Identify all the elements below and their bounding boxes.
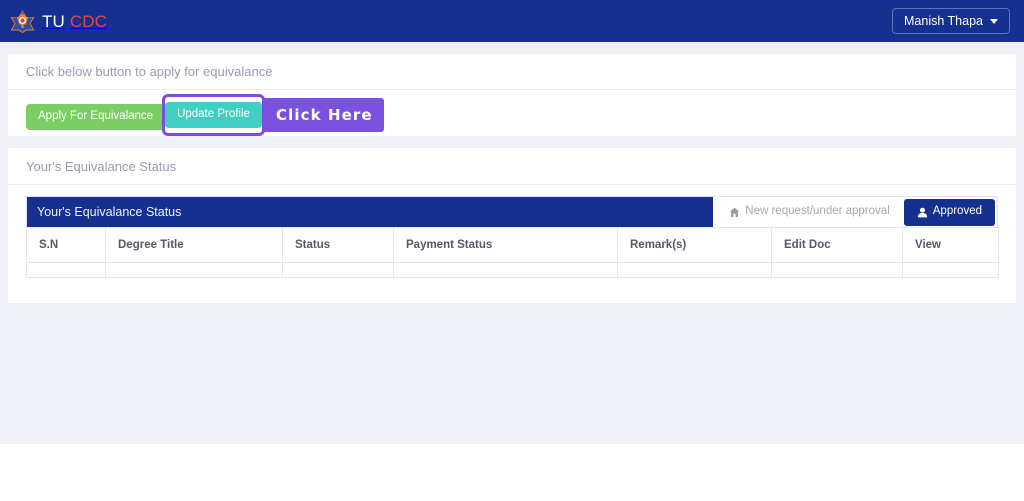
brand-cdc: CDC [69, 11, 108, 31]
table-cell [393, 262, 618, 278]
home-icon [729, 207, 740, 218]
user-icon [917, 207, 928, 218]
brand-home-link[interactable]: TU CDC [10, 9, 107, 34]
user-menu-button[interactable]: Manish Thapa [892, 7, 1010, 35]
table-header-row: S.N Degree Title Status Payment Status R… [26, 227, 999, 263]
table-cell [282, 262, 394, 278]
column-header-remarks[interactable]: Remark(s) [617, 227, 772, 263]
apply-for-equivalance-button[interactable]: Apply For Equivalance [26, 104, 166, 130]
user-menu-label: Manish Thapa [904, 13, 983, 28]
tab-approved[interactable]: Approved [903, 198, 995, 226]
apply-card-instruction-row: Click below button to apply for equivala… [8, 54, 1016, 90]
update-profile-button[interactable]: Update Profile [165, 102, 262, 128]
brand-text: TU CDC [42, 13, 107, 30]
app-page: TU CDC Manish Thapa Click below button to… [0, 0, 1024, 501]
brand-tu: TU [42, 11, 65, 31]
table-cell [771, 262, 903, 278]
apply-card: Click below button to apply for equivala… [8, 54, 1016, 136]
table-body-empty [26, 262, 999, 278]
action-button-row: Apply For Equivalance Click Here Update … [26, 94, 998, 136]
update-profile-highlight-ring: Update Profile [162, 94, 265, 136]
column-header-payment-status[interactable]: Payment Status [393, 227, 618, 263]
status-card: Your's Equivalance Status Your's Equival… [8, 148, 1016, 303]
apply-card-body: Apply For Equivalance Click Here Update … [8, 90, 1016, 136]
apply-instruction-text: Click below button to apply for equivala… [26, 64, 273, 79]
status-bar-title: Your's Equivalance Status [27, 197, 714, 227]
tu-star-logo-icon [10, 9, 35, 34]
table-cell [26, 262, 106, 278]
status-bar: Your's Equivalance Status New request/un… [26, 196, 998, 227]
table-row [26, 262, 999, 278]
column-header-status[interactable]: Status [282, 227, 394, 263]
column-header-degree-title[interactable]: Degree Title [105, 227, 283, 263]
tab-new-request-under-approval[interactable]: New request/under approval [719, 197, 900, 227]
top-navbar: TU CDC Manish Thapa [0, 0, 1024, 42]
status-tab-group: New request/under approval Approved [713, 197, 997, 227]
column-header-edit-doc[interactable]: Edit Doc [771, 227, 903, 263]
chevron-down-icon [990, 18, 998, 24]
equivalance-status-table: S.N Degree Title Status Payment Status R… [26, 227, 999, 278]
status-card-body: Your's Equivalance Status New request/un… [8, 185, 1016, 278]
table-cell [617, 262, 772, 278]
tab-new-request-label: New request/under approval [745, 205, 890, 218]
status-card-heading: Your's Equivalance Status [26, 158, 177, 174]
click-here-annotation-badge: Click Here [258, 98, 384, 132]
tab-approved-label: Approved [932, 205, 982, 218]
table-cell [902, 262, 999, 278]
table-header: S.N Degree Title Status Payment Status R… [26, 227, 999, 263]
table-cell [105, 262, 283, 278]
click-here-annotation-label: Click Here [276, 106, 373, 124]
column-header-sn[interactable]: S.N [26, 227, 106, 263]
column-header-view[interactable]: View [902, 227, 999, 263]
status-card-heading-row: Your's Equivalance Status [8, 148, 1016, 185]
